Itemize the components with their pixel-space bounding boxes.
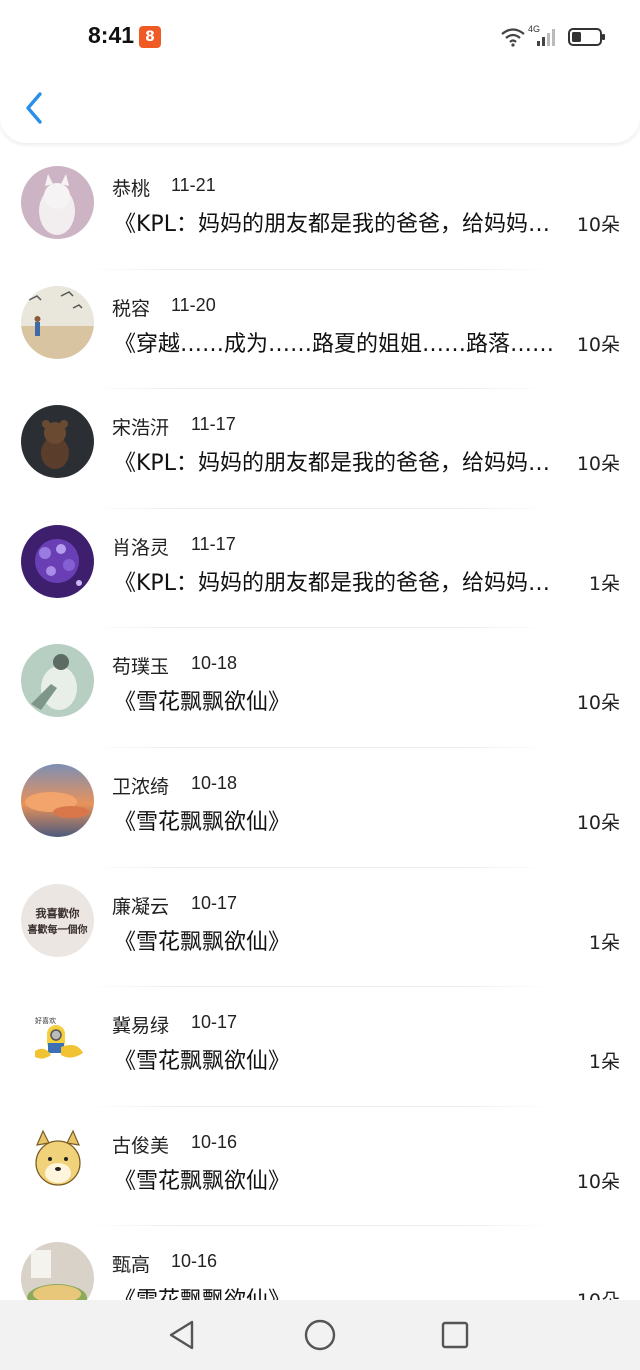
send-date: 11-17 <box>191 533 236 554</box>
send-date: 11-17 <box>191 414 236 435</box>
list-item[interactable]: 宋浩汧 11-17 《KPL：妈妈的朋友都是我的爸爸，给妈妈找老公 10朵 <box>0 389 640 509</box>
list-item[interactable]: 我喜歡你 喜歡每一個你 廉凝云 10-17 《雪花飘飘欲仙》 1朵 <box>0 868 640 988</box>
avatar[interactable] <box>21 166 94 239</box>
send-date: 10-16 <box>171 1251 218 1272</box>
list-item[interactable]: 苟璞玉 10-18 《雪花飘飘欲仙》 10朵 <box>0 628 640 748</box>
flower-count: 10朵 <box>576 453 620 476</box>
avatar[interactable] <box>21 285 94 359</box>
flower-count: 10朵 <box>576 692 620 715</box>
home-circle-icon <box>304 1319 336 1351</box>
avatar[interactable] <box>21 405 94 479</box>
avatar-text: 好喜欢 <box>35 1016 56 1025</box>
sender-name: 卫浓绮 <box>112 775 170 798</box>
flower-count: 10朵 <box>576 811 620 834</box>
book-title: 《雪花飘飘欲仙》 <box>114 1168 291 1194</box>
status-icons <box>500 24 606 50</box>
book-title: 《雪花飘飘欲仙》 <box>114 809 291 835</box>
nav-home-button[interactable] <box>302 1317 338 1353</box>
nav-recents-button[interactable] <box>437 1317 473 1353</box>
book-title: 《雪花飘飘欲仙》 <box>114 690 291 716</box>
list-item[interactable]: 好喜欢 冀易绿 10-17 《雪花飘飘欲仙》 1朵 <box>0 987 640 1107</box>
list-item[interactable]: 卫浓绮 10-18 《雪花飘飘欲仙》 10朵 <box>0 748 640 868</box>
flower-count: 1朵 <box>588 931 620 954</box>
sender-name: 苟璞玉 <box>112 656 170 679</box>
sender-name: 古俊美 <box>112 1134 170 1157</box>
avatar[interactable] <box>21 524 94 598</box>
list-item[interactable]: 古俊美 10-16 《雪花飘飘欲仙》 10朵 <box>0 1107 640 1227</box>
wifi-icon <box>500 27 526 47</box>
book-title: 《穿越……成为……路夏的姐姐……路落……》 <box>114 331 570 357</box>
send-date: 11-21 <box>171 175 216 195</box>
send-date: 10-18 <box>191 772 238 793</box>
flower-count: 10朵 <box>576 333 620 356</box>
sender-name: 恭桃 <box>112 178 151 200</box>
book-title: 《KPL：妈妈的朋友都是我的爸爸，给妈妈找老公 <box>114 212 570 237</box>
send-date: 11-20 <box>171 294 216 315</box>
nav-back-button[interactable] <box>164 1317 200 1353</box>
signal-icon <box>536 27 558 47</box>
book-title: 《雪花飘飘欲仙》 <box>114 929 291 955</box>
flower-count: 10朵 <box>576 214 620 236</box>
avatar[interactable] <box>21 1122 94 1196</box>
send-date: 10-17 <box>191 892 238 913</box>
system-nav-bar <box>0 1300 640 1370</box>
sender-name: 肖洛灵 <box>112 536 170 559</box>
sender-name: 甄高 <box>112 1254 151 1277</box>
back-button[interactable] <box>20 88 50 128</box>
avatar[interactable]: 我喜歡你 喜歡每一個你 <box>21 883 94 957</box>
gift-record-list: 恭桃 11-21 《KPL：妈妈的朋友都是我的爸爸，给妈妈找老公 10朵 税容 … <box>0 150 640 1346</box>
flower-count: 10朵 <box>576 1170 620 1193</box>
list-item[interactable]: 税容 11-20 《穿越……成为……路夏的姐姐……路落……》 10朵 <box>0 270 640 390</box>
flower-count: 1朵 <box>588 1051 620 1074</box>
send-date: 10-17 <box>191 1012 238 1033</box>
list-item[interactable]: 肖洛灵 11-17 《KPL：妈妈的朋友都是我的爸爸，给妈妈找老公 1朵 <box>0 509 640 629</box>
send-date: 10-16 <box>191 1131 238 1152</box>
sender-name: 宋浩汧 <box>112 417 170 440</box>
sender-name: 冀易绿 <box>112 1015 170 1038</box>
avatar-text-line1: 我喜歡你 <box>36 906 80 920</box>
book-title: 《KPL：妈妈的朋友都是我的爸爸，给妈妈找老公 <box>114 451 570 477</box>
app-badge-label: 8 <box>145 29 155 45</box>
status-time: 8:41 <box>88 22 135 48</box>
top-bar: 8:41 8 4G <box>0 0 640 143</box>
recents-square-icon <box>441 1321 469 1349</box>
book-title: 《KPL：妈妈的朋友都是我的爸爸，给妈妈找老公 <box>114 570 570 596</box>
sender-name: 税容 <box>112 297 151 320</box>
avatar[interactable] <box>21 644 94 718</box>
send-date: 10-18 <box>191 653 238 674</box>
sender-name: 廉凝云 <box>112 895 170 918</box>
avatar-text-line2: 喜歡每一個你 <box>28 923 88 936</box>
flower-count: 1朵 <box>588 572 620 595</box>
battery-icon <box>568 27 606 47</box>
avatar[interactable] <box>21 763 94 837</box>
chevron-left-icon <box>26 92 42 124</box>
list-item[interactable]: 恭桃 11-21 《KPL：妈妈的朋友都是我的爸爸，给妈妈找老公 10朵 <box>0 150 640 270</box>
app-notification-icon: 8 <box>139 26 161 48</box>
back-triangle-icon <box>169 1320 194 1350</box>
book-title: 《雪花飘飘欲仙》 <box>114 1049 291 1075</box>
avatar[interactable]: 好喜欢 <box>21 1003 94 1077</box>
